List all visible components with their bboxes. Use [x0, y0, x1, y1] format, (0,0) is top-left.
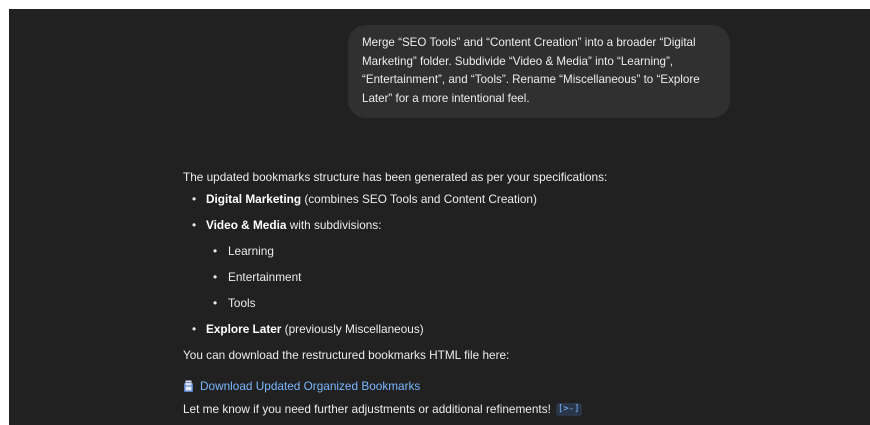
- folder-name: Explore Later: [206, 322, 282, 336]
- file-icon: [184, 380, 193, 392]
- user-message-text: Merge “SEO Tools” and “Content Creation”…: [362, 36, 700, 105]
- folder-name: Video & Media: [206, 218, 287, 232]
- closing-text: Let me know if you need further adjustme…: [183, 402, 551, 416]
- download-note: You can download the restructured bookma…: [183, 348, 510, 362]
- list-item: • Explore Later (previously Miscellaneou…: [183, 321, 703, 347]
- assistant-closing: Let me know if you need further adjustme…: [183, 399, 703, 419]
- list-item: • Video & Media with subdivisions: • Lea…: [183, 217, 703, 321]
- source-chip[interactable]: [>-]: [555, 402, 582, 416]
- subdivision-list: • Learning • Entertainment • Tools: [206, 243, 703, 321]
- chat-window: Merge “SEO Tools” and “Content Creation”…: [9, 9, 870, 425]
- list-item: • Entertainment: [206, 269, 703, 295]
- folder-description: (previously Miscellaneous): [281, 322, 424, 336]
- download-link[interactable]: Download Updated Organized Bookmarks: [183, 373, 703, 399]
- folder-description: with subdivisions:: [286, 218, 382, 232]
- folder-description: (combines SEO Tools and Content Creation…: [301, 192, 537, 206]
- download-link-text[interactable]: Download Updated Organized Bookmarks: [200, 378, 420, 394]
- subfolder-name: Learning: [228, 244, 274, 258]
- list-item: • Tools: [206, 295, 703, 321]
- bullet-icon: •: [213, 296, 218, 310]
- list-item: • Digital Marketing (combines SEO Tools …: [183, 191, 703, 217]
- assistant-intro: The updated bookmarks structure has been…: [183, 170, 608, 184]
- folder-name: Digital Marketing: [206, 192, 302, 206]
- bullet-icon: •: [213, 270, 218, 284]
- bullet-icon: •: [192, 322, 197, 336]
- list-item: • Learning: [206, 243, 703, 269]
- assistant-message: The updated bookmarks structure has been…: [183, 169, 703, 419]
- user-message-bubble: Merge “SEO Tools” and “Content Creation”…: [348, 25, 730, 118]
- subfolder-name: Tools: [228, 296, 256, 310]
- bullet-icon: •: [213, 244, 218, 258]
- subfolder-name: Entertainment: [228, 270, 302, 284]
- bullet-icon: •: [192, 192, 197, 206]
- bullet-icon: •: [192, 218, 197, 232]
- bookmark-structure-list: • Digital Marketing (combines SEO Tools …: [183, 191, 703, 347]
